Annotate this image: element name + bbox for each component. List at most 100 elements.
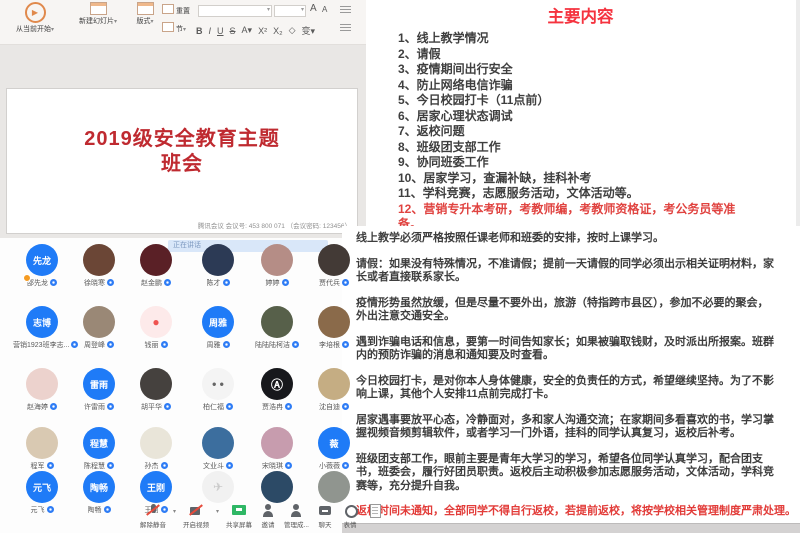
toolbar-cam-off-button[interactable]: 开启视频 — [183, 503, 209, 529]
participant-cell[interactable]: 先龙邵先龙 — [13, 244, 71, 302]
taskbar-strip — [342, 523, 800, 533]
format-button[interactable]: ◇ — [289, 25, 296, 36]
participant-cell[interactable]: 志博营销1923班李志... — [13, 306, 71, 364]
toolbar-chat-button[interactable]: 聊天 — [316, 503, 334, 529]
toolbar-record-button[interactable]: 表情 — [341, 503, 359, 529]
participant-cell[interactable]: 李培根 — [305, 306, 363, 364]
participant-avatar-initials: 程慧 — [83, 427, 115, 459]
participant-cell[interactable]: 周登峰 — [70, 306, 128, 364]
bullet-list-icon[interactable] — [340, 6, 351, 15]
audio-badge-icon — [223, 341, 230, 348]
section-icon — [162, 22, 174, 32]
participant-cell[interactable]: 贾代兵 — [305, 244, 363, 302]
participant-avatar-photo — [261, 471, 293, 503]
toolbar-doc-button[interactable] — [366, 503, 384, 519]
toolbar-share-button[interactable]: 共享屏幕 — [226, 503, 252, 529]
participant-cell[interactable]: 陆陆陆柯洁 — [248, 306, 306, 364]
participant-avatar-photo — [26, 427, 58, 459]
participant-cell[interactable]: 陶畅陶畅 — [70, 471, 128, 529]
audio-badge-icon — [292, 341, 299, 348]
format-button[interactable]: X₂ — [273, 26, 283, 36]
participant-cell[interactable]: 婷婷 — [248, 244, 306, 302]
participant-avatar-initials: 元飞 — [26, 471, 58, 503]
scrollbar[interactable] — [796, 0, 800, 226]
font-name-combo[interactable] — [198, 5, 272, 17]
content-slide-title: 主要内容 — [366, 3, 795, 27]
notes-text: 线上教学必须严格按照任课老师和班委的安排，按时上课学习。请假：如果没有特殊情况，… — [342, 226, 784, 519]
audio-badge-icon — [50, 279, 57, 286]
participant-name: 李培根 — [305, 341, 363, 350]
format-button[interactable]: X² — [258, 26, 267, 36]
section-label: 节 — [176, 26, 183, 33]
participant-cell[interactable]: Ⓐ贾浩冉 — [248, 368, 306, 426]
participant-cell[interactable]: 陈才 — [189, 244, 247, 302]
font-size-combo[interactable] — [274, 5, 306, 17]
powerpoint-window: ▶ 从当前开始▾ 新建幻灯片▾ 版式▾ 重置 节▾ A A BIUSA▾X²X₂… — [0, 0, 366, 533]
layout-label: 版式 — [136, 18, 150, 25]
participant-cell[interactable]: 赵金鹏 — [127, 244, 185, 302]
toolbar-caret-icon[interactable]: ▾ — [216, 508, 219, 515]
share-icon — [230, 503, 248, 518]
audio-badge-icon — [342, 279, 349, 286]
participant-name: 柏仁福 — [189, 403, 247, 412]
participant-cell[interactable]: ●钱丽 — [127, 306, 185, 364]
toolbar-caret-icon[interactable]: ▾ — [173, 508, 176, 515]
audio-badge-icon — [104, 506, 111, 513]
content-list-item: 10、居家学习，查漏补缺，挂科补考 — [398, 171, 795, 187]
section-button[interactable]: 节▾ — [162, 22, 198, 34]
participant-cell[interactable]: 元飞元飞 — [13, 471, 71, 529]
participant-avatar-photo — [318, 306, 350, 338]
content-list-item: 7、返校问题 — [398, 124, 795, 140]
format-button[interactable]: 变▾ — [301, 24, 315, 37]
content-list-item: 9、协同班委工作 — [398, 155, 795, 171]
toolbar-invite-button[interactable]: 邀请 — [259, 503, 277, 529]
participant-cell[interactable]: 周雅周雅 — [189, 306, 247, 364]
participant-cell[interactable]: 胡平华 — [127, 368, 185, 426]
format-button[interactable]: B — [196, 26, 203, 36]
increase-font-button[interactable]: A — [310, 3, 317, 14]
format-button[interactable]: U — [217, 26, 224, 36]
content-list-item: 8、班级团支部工作 — [398, 140, 795, 156]
record-icon — [341, 503, 359, 518]
start-from-current-button[interactable]: ▶ 从当前开始▾ — [6, 0, 64, 34]
audio-badge-icon — [342, 341, 349, 348]
participant-name: 赵海婷 — [13, 403, 71, 412]
participant-cell[interactable]: 徐晓寒 — [70, 244, 128, 302]
participant-cell[interactable]: • •柏仁福 — [189, 368, 247, 426]
toolbar-members-button[interactable]: 管理成... — [284, 503, 309, 529]
layout-button[interactable]: 版式▾ — [128, 0, 162, 26]
participant-cell[interactable]: 雷雨许雷雨 — [70, 368, 128, 426]
participant-name: 小薇薇 — [305, 462, 363, 471]
participant-avatar-photo — [83, 306, 115, 338]
format-button[interactable]: S — [230, 26, 236, 36]
toolbar-label: 管理成... — [284, 519, 309, 529]
new-slide-button[interactable]: 新建幻灯片▾ — [72, 0, 124, 26]
participant-name: 沈自迪 — [305, 403, 363, 412]
ppt-slide-canvas[interactable]: 2019级安全教育主题 班会 腾讯会议 会议号: 453 800 071 （会议… — [6, 88, 358, 234]
content-slide-panel: 主要内容 1、线上教学情况2、请假3、疫情期间出行安全4、防止网络电信诈骗5、今… — [366, 0, 795, 227]
font-format-group: BIUS A▾ X² X₂ ◇ 变▾ — [196, 24, 328, 37]
participant-avatar-initials: 周雅 — [202, 306, 234, 338]
participant-avatar-photo — [318, 244, 350, 276]
participant-cell[interactable]: 沈自迪 — [305, 368, 363, 426]
toolbar-label: 表情 — [341, 519, 359, 529]
participant-avatar-photo — [140, 427, 172, 459]
decrease-font-button[interactable]: A — [322, 5, 327, 14]
content-list-item: 11、学科竞赛，志愿服务活动，文体活动等。 — [398, 186, 795, 202]
content-list-item: 5、今日校园打卡（11点前） — [398, 93, 795, 109]
content-list-item: 1、线上教学情况 — [398, 31, 795, 47]
audio-badge-icon — [50, 403, 57, 410]
format-button[interactable]: I — [209, 26, 212, 36]
audio-badge-icon — [223, 279, 230, 286]
participant-avatar-photo — [83, 244, 115, 276]
participant-cell[interactable]: 赵海婷 — [13, 368, 71, 426]
notes-paragraph-warning: 返校时间未通知，全部同学不得自行返校，若提前返校，将按学校相关管理制度严肃处理。 — [356, 505, 776, 519]
numbered-list-icon[interactable] — [340, 24, 351, 33]
toolbar-label: 共享屏幕 — [226, 519, 252, 529]
toolbar-mic-off-button[interactable]: 解除静音 — [140, 503, 166, 529]
content-list-item: 4、防止网络电信诈骗 — [398, 78, 795, 94]
audio-badge-icon — [282, 279, 289, 286]
format-button[interactable]: A▾ — [242, 25, 253, 36]
slide-title: 2019级安全教育主题 班会 — [7, 127, 357, 177]
reset-button[interactable]: 重置 — [162, 4, 198, 16]
